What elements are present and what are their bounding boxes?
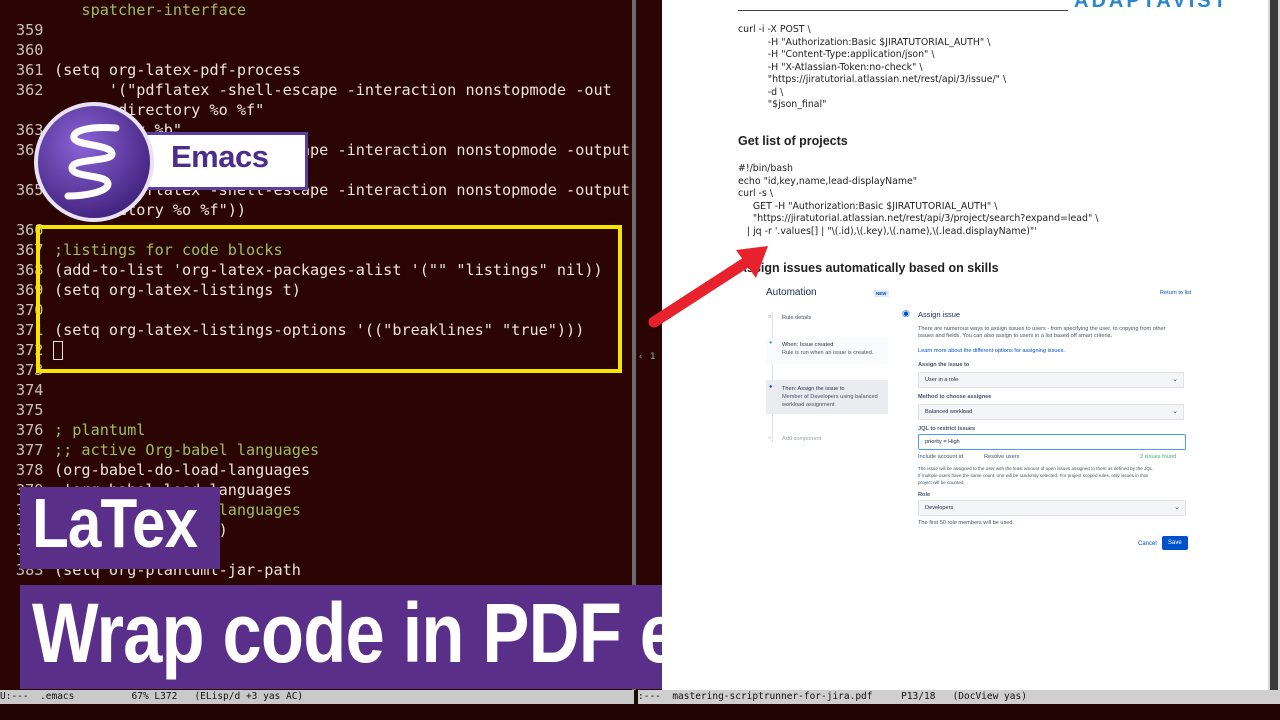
pdf-scrollbar-thumb[interactable] <box>1270 0 1278 690</box>
editor-modeline: U:--- .emacs 67% L372 (ELisp/d +3 yas AC… <box>0 690 634 704</box>
jira-cancel-button: Cancel <box>1138 541 1157 547</box>
chevron-down-icon: ⌄ <box>1172 408 1178 415</box>
jira-desc1: There are numerous ways to assign issues… <box>918 326 1166 332</box>
pdf-code-block-projects: #!/bin/bash echo "id,key,name,lead-displ… <box>738 163 1099 237</box>
jira-learn-more-link: Learn more about the different options f… <box>918 348 1065 354</box>
line-text: '("pdflatex -shell-escape -interaction n… <box>54 81 612 99</box>
jira-when-title: When: Issue created <box>782 342 834 348</box>
pdf-header-rule <box>738 10 1068 11</box>
jira-add-component-icon: ○ <box>768 435 772 441</box>
code-line[interactable]: 374 <box>0 380 636 400</box>
topic-banner-text: LaTex <box>32 484 198 562</box>
code-line[interactable]: 360 <box>0 40 636 60</box>
line-text: ;; active Org-babel languages <box>54 441 320 459</box>
jira-desc2: issues and fields. You can also assign t… <box>918 333 1113 339</box>
pdf-heading-projects: Get list of projects <box>738 134 848 148</box>
jira-resolve-label: Resolve users <box>984 454 1020 460</box>
line-number: 375 <box>16 401 44 419</box>
jira-action-icon: ● <box>769 384 773 390</box>
line-text: ; plantuml <box>54 421 146 439</box>
jira-assign-label: Assign the issue to <box>918 362 970 368</box>
line-text: (setq org-latex-pdf-process <box>54 61 301 79</box>
jira-include-label: Include account id <box>918 454 964 460</box>
code-line[interactable]: 378 (org-babel-do-load-languages <box>0 460 636 480</box>
jira-rule-details: Rule details <box>782 315 812 321</box>
jira-note3: project will be counted. <box>918 480 965 485</box>
jira-method-value: Balanced workload <box>925 409 973 415</box>
jira-save-button: Save <box>1162 536 1188 550</box>
line-number: 377 <box>16 441 44 459</box>
jira-jql-value: priority = High <box>925 439 960 445</box>
jira-note1: The issue will be assigned to the user w… <box>918 466 1154 471</box>
line-number: 360 <box>16 41 44 59</box>
minibuffer[interactable] <box>0 704 1280 720</box>
code-line[interactable]: 362 '("pdflatex -shell-escape -interacti… <box>0 80 636 100</box>
jira-role-value: Developers <box>925 505 954 511</box>
chevron-down-icon: ⌄ <box>1174 504 1180 511</box>
code-line[interactable]: spatcher-interface <box>0 0 636 20</box>
highlight-box <box>36 225 622 373</box>
pdf-modeline: :--- mastering-scriptrunner-for-jira.pdf… <box>638 690 1280 704</box>
code-line[interactable]: 375 <box>0 400 636 420</box>
line-number: 359 <box>16 21 44 39</box>
jira-automation-screenshot: Automation NEW Return to list ○ Rule det… <box>762 282 1202 562</box>
red-arrow-icon <box>648 246 768 328</box>
jira-method-select: Balanced workload ⌄ <box>918 404 1184 420</box>
jira-new-badge: NEW <box>874 290 889 297</box>
jira-jql-input: priority = High <box>918 434 1186 450</box>
chevron-down-icon: ⌄ <box>1172 376 1178 383</box>
jira-jql-label: JQL to restrict issues <box>918 426 976 432</box>
jira-assign-select: User in a role ⌄ <box>918 372 1184 388</box>
emacs-label: Emacs <box>171 139 269 174</box>
jira-then-sub1: Member of Developers using balanced <box>782 394 878 400</box>
jira-method-label: Method to choose assignee <box>918 394 992 400</box>
line-number: 376 <box>16 421 44 439</box>
code-line[interactable]: 359 <box>0 20 636 40</box>
jira-role-select: Developers ⌄ <box>918 500 1186 516</box>
line-text: (org-babel-do-load-languages <box>54 461 311 479</box>
jira-then-title: Then: Assign the issue to <box>782 386 845 392</box>
line-text: spatcher-interface <box>54 1 247 19</box>
jira-add-component: Add component <box>782 436 822 442</box>
line-number: 362 <box>16 81 44 99</box>
jira-assign-value: User in a role <box>925 377 959 383</box>
text-cursor <box>53 341 63 360</box>
jira-found-label: 2 issues found <box>1140 454 1177 460</box>
jira-role-note: The first 50 role members will be used. <box>918 520 1015 526</box>
code-line[interactable]: 377 ;; active Org-babel languages <box>0 440 636 460</box>
jira-trigger-icon: ● <box>769 340 773 346</box>
jira-role-label: Role <box>918 492 931 498</box>
fringe-page-number: 1 <box>650 352 656 362</box>
line-number: 378 <box>16 461 44 479</box>
pdf-docview-window[interactable]: ADAPTAVIST curl -i -X POST \ -H "Authori… <box>662 0 1280 690</box>
jira-note2: If multiple users have the same count, o… <box>918 473 1148 478</box>
emacs-badge: Emacs <box>32 100 308 224</box>
topic-banner: LaTex <box>20 484 220 569</box>
jira-return-link: Return to list <box>1160 290 1192 296</box>
code-line[interactable]: 361 (setq org-latex-pdf-process <box>0 60 636 80</box>
jira-when-sub: Rule is run when an issue is created. <box>782 350 874 356</box>
jira-assign-icon: ◉ <box>902 308 910 318</box>
line-number: 374 <box>16 381 44 399</box>
fringe-arrow-icon: ‹ <box>638 352 644 362</box>
jira-assign-title: Assign issue <box>918 310 961 319</box>
pdf-brand-logo: ADAPTAVIST <box>1074 0 1229 12</box>
pdf-code-block-post: curl -i -X POST \ -H "Authorization:Basi… <box>738 24 1007 110</box>
line-number: 361 <box>16 61 44 79</box>
code-line[interactable]: 376 ; plantuml <box>0 420 636 440</box>
jira-then-sub2: workload assignment <box>782 402 835 408</box>
emacs-logo-icon <box>34 102 154 222</box>
